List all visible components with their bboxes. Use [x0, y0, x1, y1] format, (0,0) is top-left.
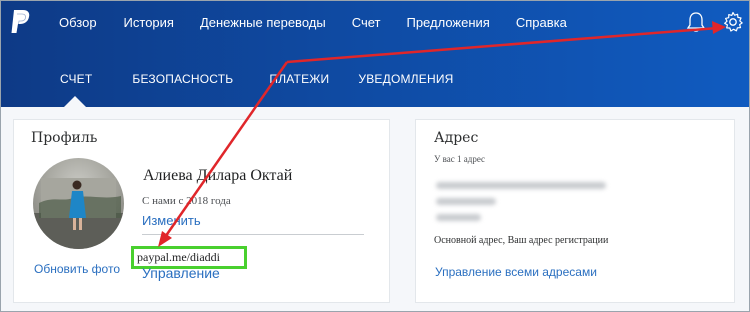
- address-line-blurred: [436, 214, 481, 221]
- address-line-blurred: [436, 198, 496, 205]
- bell-icon[interactable]: [686, 11, 706, 33]
- member-since: С нами с 2018 года: [142, 195, 231, 207]
- manage-all-addresses-link[interactable]: Управление всеми адресами: [435, 265, 597, 279]
- profile-title: Профиль: [31, 130, 98, 146]
- paypal-logo-icon[interactable]: [10, 9, 32, 35]
- nav-history[interactable]: История: [124, 15, 174, 30]
- nav-help[interactable]: Справка: [516, 15, 567, 30]
- tab-security[interactable]: БЕЗОПАСНОСТЬ: [132, 72, 233, 86]
- address-line-blurred: [436, 182, 606, 189]
- tab-payments[interactable]: ПЛАТЕЖИ: [269, 72, 329, 86]
- address-card: Адрес У вас 1 адрес Основной адрес, Ваш …: [415, 119, 735, 303]
- tab-account[interactable]: СЧЕТ: [60, 72, 92, 86]
- update-photo-link[interactable]: Обновить фото: [34, 262, 120, 276]
- gear-icon[interactable]: [722, 11, 744, 33]
- divider: [142, 234, 364, 235]
- edit-profile-link[interactable]: Изменить: [142, 213, 201, 228]
- address-count: У вас 1 адрес: [434, 154, 486, 164]
- tab-notifications[interactable]: УВЕДОМЛЕНИЯ: [358, 72, 453, 86]
- nav-overview[interactable]: Обзор: [59, 15, 97, 30]
- profile-card: Профиль Алиева Дилара Октай С нами с 201…: [13, 119, 390, 303]
- nav-transfers[interactable]: Денежные переводы: [200, 15, 326, 30]
- profile-name: Алиева Дилара Октай: [143, 167, 293, 184]
- sub-nav: СЧЕТ БЕЗОПАСНОСТЬ ПЛАТЕЖИ УВЕДОМЛЕНИЯ: [60, 72, 454, 86]
- paypal-me-link[interactable]: paypal.me/diaddi: [137, 250, 220, 265]
- nav-offers[interactable]: Предложения: [406, 15, 489, 30]
- active-tab-caret: [64, 96, 86, 107]
- top-nav: Обзор История Денежные переводы Счет Пре…: [59, 15, 593, 30]
- top-header: Обзор История Денежные переводы Счет Пре…: [0, 0, 750, 107]
- avatar[interactable]: [33, 158, 124, 249]
- nav-account[interactable]: Счет: [352, 15, 381, 30]
- avatar-photo: [33, 178, 124, 249]
- address-title: Адрес: [434, 130, 479, 146]
- manage-paypal-me-link[interactable]: Управление: [142, 265, 220, 281]
- address-note: Основной адрес, Ваш адрес регистрации: [434, 235, 609, 246]
